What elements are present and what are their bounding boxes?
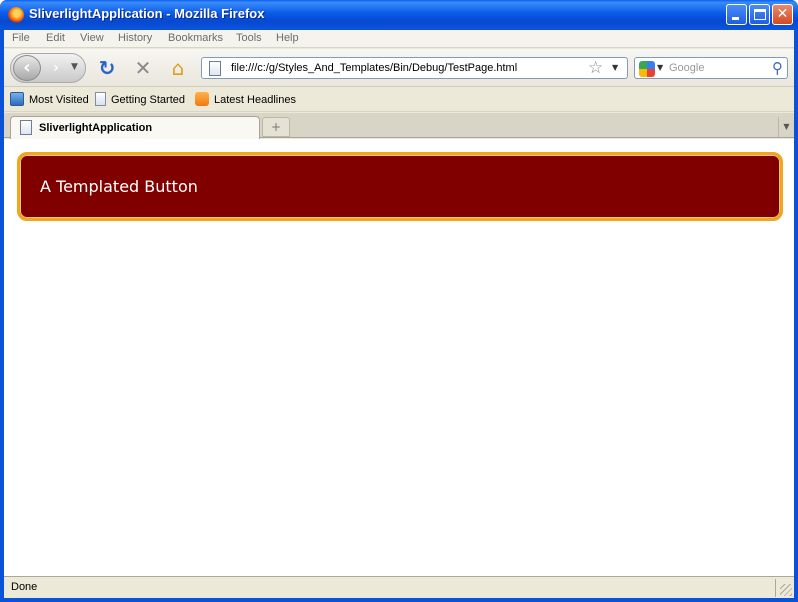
- menu-edit[interactable]: Edit: [46, 32, 65, 44]
- page-content: A Templated Button: [4, 139, 794, 576]
- search-engine-icon[interactable]: [639, 61, 655, 77]
- menu-tools[interactable]: Tools: [236, 32, 262, 44]
- bookmark-star-icon[interactable]: ☆: [588, 58, 603, 78]
- bookmark-label: Most Visited: [29, 94, 89, 106]
- tab-active[interactable]: SliverlightApplication: [10, 116, 260, 139]
- minimize-icon: [732, 17, 739, 20]
- firefox-logo-icon: [8, 7, 24, 23]
- bookmark-label: Getting Started: [111, 94, 185, 106]
- templated-button-label: A Templated Button: [40, 177, 198, 196]
- bookmark-latest-headlines[interactable]: Latest Headlines: [195, 92, 296, 108]
- resize-grip-icon[interactable]: [780, 584, 792, 596]
- search-magnifier-icon[interactable]: ⚲: [772, 59, 783, 77]
- stop-icon[interactable]: ✕: [132, 57, 154, 79]
- back-button[interactable]: ‹: [13, 55, 41, 81]
- tab-list-button[interactable]: ▼: [778, 117, 794, 137]
- maximize-button[interactable]: [749, 4, 770, 25]
- close-button[interactable]: ✕: [772, 4, 793, 25]
- new-tab-button[interactable]: +: [262, 117, 290, 137]
- browser-window: SliverlightApplication - Mozilla Firefox…: [0, 0, 798, 602]
- url-input[interactable]: file:///c:/g/Styles_And_Templates/Bin/De…: [231, 62, 517, 74]
- page-icon: [95, 92, 106, 106]
- bookmarks-toolbar: Most Visited Getting Started Latest Head…: [4, 88, 794, 112]
- navigation-toolbar: ‹ › ▼ ↻ ✕ ⌂ file:///c:/g/Styles_And_Temp…: [4, 49, 794, 87]
- page-icon: [20, 120, 32, 135]
- tab-label: SliverlightApplication: [39, 122, 153, 134]
- menu-bookmarks[interactable]: Bookmarks: [168, 32, 223, 44]
- back-icon: ‹: [23, 57, 31, 78]
- chevron-down-icon: ▼: [783, 122, 790, 131]
- back-forward-group: ‹ › ▼: [10, 53, 86, 83]
- tab-strip: SliverlightApplication + ▼: [4, 113, 794, 139]
- search-input[interactable]: Google: [669, 62, 704, 74]
- bookmark-most-visited[interactable]: Most Visited: [10, 92, 89, 108]
- bookmark-label: Latest Headlines: [214, 94, 296, 106]
- window-title: SliverlightApplication - Mozilla Firefox: [29, 6, 265, 21]
- menu-file[interactable]: File: [12, 32, 30, 44]
- forward-icon: ›: [53, 60, 59, 76]
- bookmark-getting-started[interactable]: Getting Started: [95, 92, 185, 108]
- status-bar: Done: [4, 576, 794, 598]
- plus-icon: +: [270, 120, 282, 134]
- close-icon: ✕: [776, 6, 789, 22]
- menu-bar: File Edit View History Bookmarks Tools H…: [4, 30, 794, 48]
- maximize-icon: [754, 9, 766, 20]
- rss-feed-icon: [195, 92, 209, 106]
- minimize-button[interactable]: [726, 4, 747, 25]
- engine-dropdown-icon[interactable]: ▼: [657, 63, 663, 72]
- reload-icon[interactable]: ↻: [96, 57, 118, 79]
- menu-view[interactable]: View: [80, 32, 104, 44]
- templated-button[interactable]: A Templated Button: [17, 152, 783, 221]
- address-bar[interactable]: file:///c:/g/Styles_And_Templates/Bin/De…: [201, 57, 628, 79]
- browser-client-area: File Edit View History Bookmarks Tools H…: [4, 30, 794, 598]
- title-bar[interactable]: SliverlightApplication - Mozilla Firefox…: [0, 0, 798, 30]
- menu-history[interactable]: History: [118, 32, 152, 44]
- status-text: Done: [11, 581, 38, 593]
- history-dropdown-icon[interactable]: ▼: [71, 62, 78, 72]
- home-icon[interactable]: ⌂: [167, 57, 189, 79]
- page-icon: [209, 61, 221, 76]
- search-bar[interactable]: ▼ Google ⚲: [634, 57, 788, 79]
- most-visited-icon: [10, 92, 24, 106]
- forward-button[interactable]: ›: [45, 58, 67, 78]
- url-dropdown-icon[interactable]: ▼: [612, 63, 618, 72]
- status-divider: [775, 579, 776, 597]
- menu-help[interactable]: Help: [276, 32, 299, 44]
